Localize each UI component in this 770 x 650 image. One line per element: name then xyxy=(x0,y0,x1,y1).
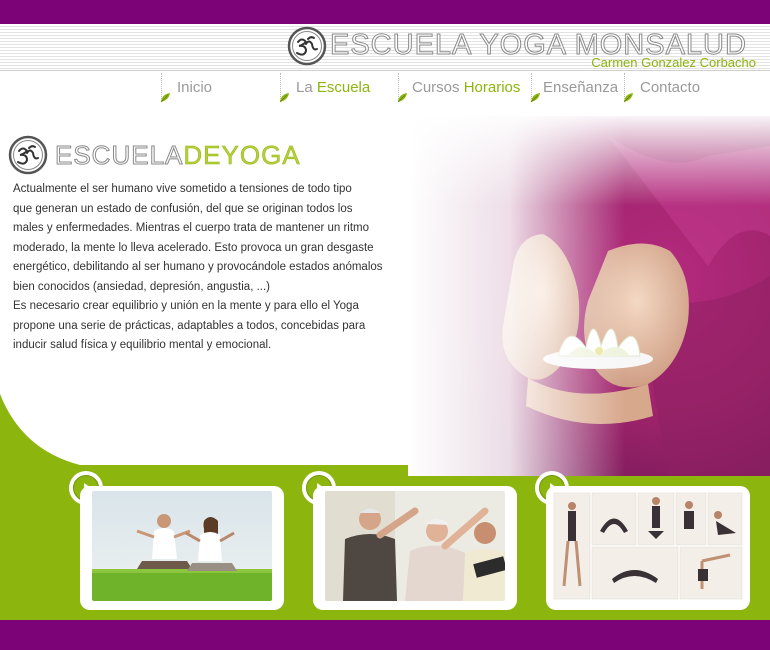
leaf-icon xyxy=(530,93,540,103)
main-nav: Inicio La Escuela Cursos Horarios Enseña… xyxy=(0,71,770,111)
om-logo-icon[interactable] xyxy=(287,26,327,66)
hands-lotus-photo xyxy=(408,116,770,476)
thumbnail-card-2[interactable] xyxy=(313,486,517,610)
nav-label: Cursos xyxy=(412,79,464,96)
leaf-icon xyxy=(160,93,170,103)
nav-label: Contacto xyxy=(640,79,701,96)
thumbnail-card-3[interactable] xyxy=(546,486,750,610)
nav-label-accent: Horarios xyxy=(463,79,521,96)
nav-item-contacto[interactable]: Contacto xyxy=(623,71,700,107)
nav-label: La xyxy=(296,79,317,96)
couple-meditating-photo xyxy=(92,491,272,601)
leaf-icon xyxy=(397,93,407,103)
nav-label: Inicio xyxy=(177,79,213,96)
content-title-accent: DEYOGA xyxy=(183,140,301,171)
thumbnail-card-1[interactable] xyxy=(80,486,284,610)
nav-item-la-escuela[interactable]: La Escuela xyxy=(279,71,370,107)
leaf-icon xyxy=(279,93,289,103)
yoga-poses-collage-photo xyxy=(552,491,744,601)
nav-item-ensenanza[interactable]: Enseñanza xyxy=(530,71,618,107)
nav-label: Enseñanza xyxy=(543,79,619,96)
leaf-icon xyxy=(623,93,633,103)
content-title: ESCUELADEYOGA xyxy=(54,138,301,172)
nav-item-inicio[interactable]: Inicio xyxy=(160,71,212,107)
site-subtitle: Carmen Gonzalez Corbacho xyxy=(591,55,756,70)
seniors-stretching-photo xyxy=(325,491,505,601)
content-title-plain: ESCUELA xyxy=(54,140,184,171)
om-content-icon xyxy=(8,135,48,175)
nav-item-cursos-horarios[interactable]: Cursos Horarios xyxy=(397,71,520,107)
nav-label-accent: Escuela xyxy=(316,79,371,96)
page-frame: ESCUELA YOGA MONSALUD Carmen Gonzalez Co… xyxy=(0,24,770,620)
site-header: ESCUELA YOGA MONSALUD Carmen Gonzalez Co… xyxy=(0,24,770,71)
intro-paragraph: Actualmente el ser humano vive sometido … xyxy=(13,183,383,351)
